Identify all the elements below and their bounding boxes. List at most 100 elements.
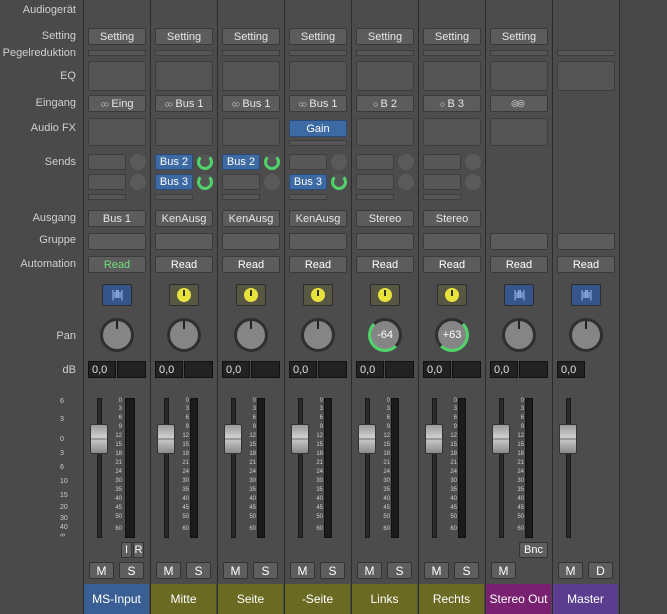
volume-value[interactable]: 0,0 xyxy=(88,361,116,378)
send-slot[interactable] xyxy=(356,174,394,190)
volume-fader[interactable] xyxy=(559,424,577,454)
channel-name[interactable]: Mitte xyxy=(151,584,216,614)
send-level-knob[interactable] xyxy=(130,174,146,190)
solo-button[interactable]: S xyxy=(387,562,412,579)
send-slot[interactable] xyxy=(289,154,327,170)
output-button[interactable]: KenAusg xyxy=(222,210,280,227)
setting-button[interactable]: Setting xyxy=(356,28,414,45)
send-slot[interactable]: Bus 3 xyxy=(155,174,193,190)
pan-knob[interactable]: -64 xyxy=(368,318,402,352)
send-slot[interactable]: Bus 2 xyxy=(222,154,260,170)
eq-slot[interactable] xyxy=(356,61,414,91)
send-level-knob[interactable] xyxy=(197,154,213,170)
send-slot[interactable] xyxy=(88,194,126,200)
setting-button[interactable]: Setting xyxy=(222,28,280,45)
setting-button[interactable]: Setting xyxy=(423,28,481,45)
audio-fx-slot[interactable] xyxy=(490,118,548,146)
input-slot[interactable]: ○ B 2 xyxy=(356,95,414,112)
volume-value[interactable]: 0,0 xyxy=(557,361,585,378)
bounce-button[interactable]: Bnc xyxy=(519,542,548,558)
channel-name[interactable]: Links xyxy=(352,584,417,614)
solo-button[interactable]: S xyxy=(320,562,345,579)
send-slot[interactable] xyxy=(222,194,260,200)
automation-button[interactable]: Read xyxy=(490,256,548,273)
volume-value[interactable]: 0,0 xyxy=(490,361,518,378)
volume-value[interactable]: 0,0 xyxy=(423,361,451,378)
send-slot[interactable] xyxy=(155,194,193,200)
group-slot[interactable] xyxy=(557,233,615,250)
eq-slot[interactable] xyxy=(289,61,347,91)
group-slot[interactable] xyxy=(88,233,146,250)
group-slot[interactable] xyxy=(289,233,347,250)
input-slot[interactable]: ◎◎ xyxy=(490,95,548,112)
automation-button[interactable]: Read xyxy=(222,256,280,273)
automation-button[interactable]: Read xyxy=(155,256,213,273)
input-slot[interactable]: ○○ Bus 1 xyxy=(155,95,213,112)
send-level-knob[interactable] xyxy=(465,154,481,170)
volume-value[interactable]: 0,0 xyxy=(356,361,384,378)
send-slot[interactable] xyxy=(356,194,394,200)
eq-slot[interactable] xyxy=(155,61,213,91)
send-level-knob[interactable] xyxy=(398,174,414,190)
audio-fx-slot[interactable] xyxy=(423,118,481,146)
send-slot[interactable] xyxy=(356,154,394,170)
group-slot[interactable] xyxy=(490,233,548,250)
volume-fader[interactable] xyxy=(492,424,510,454)
solo-button[interactable]: S xyxy=(119,562,144,579)
volume-fader[interactable] xyxy=(224,424,242,454)
send-level-knob[interactable] xyxy=(331,154,347,170)
solo-button[interactable]: S xyxy=(253,562,278,579)
group-slot[interactable] xyxy=(423,233,481,250)
setting-button[interactable]: Setting xyxy=(490,28,548,45)
audio-fx-slot[interactable] xyxy=(222,118,280,146)
automation-button[interactable]: Read xyxy=(423,256,481,273)
volume-fader[interactable] xyxy=(157,424,175,454)
output-button[interactable]: KenAusg xyxy=(155,210,213,227)
pan-knob[interactable] xyxy=(502,318,536,352)
input-slot[interactable]: ○ B 3 xyxy=(423,95,481,112)
send-slot[interactable] xyxy=(289,194,327,200)
mute-button[interactable]: M xyxy=(357,562,382,579)
pan-knob[interactable] xyxy=(301,318,335,352)
automation-button[interactable]: Read xyxy=(557,256,615,273)
volume-fader[interactable] xyxy=(425,424,443,454)
group-slot[interactable] xyxy=(356,233,414,250)
mute-button[interactable]: M xyxy=(156,562,181,579)
input-slot[interactable]: ○○ Bus 1 xyxy=(289,95,347,112)
send-slot[interactable] xyxy=(88,174,126,190)
pan-knob[interactable] xyxy=(100,318,134,352)
output-button[interactable]: KenAusg xyxy=(289,210,347,227)
volume-value[interactable]: 0,0 xyxy=(222,361,250,378)
send-slot[interactable] xyxy=(88,154,126,170)
tuner-icon[interactable] xyxy=(169,284,199,306)
tuner-icon[interactable] xyxy=(437,284,467,306)
mute-button[interactable]: M xyxy=(223,562,248,579)
channel-name[interactable]: Stereo Out xyxy=(486,584,551,614)
waveform-icon[interactable]: |ıllı| xyxy=(102,284,132,306)
group-slot[interactable] xyxy=(222,233,280,250)
eq-slot[interactable] xyxy=(490,61,548,91)
mute-button[interactable]: M xyxy=(290,562,315,579)
send-level-knob[interactable] xyxy=(331,174,347,190)
mute-button[interactable]: M xyxy=(424,562,449,579)
channel-name[interactable]: MS-Input xyxy=(84,584,149,614)
channel-name[interactable]: -Seite xyxy=(285,584,350,614)
mute-button[interactable]: M xyxy=(558,562,583,579)
setting-button[interactable]: Setting xyxy=(88,28,146,45)
solo-button[interactable]: S xyxy=(186,562,211,579)
eq-slot[interactable] xyxy=(222,61,280,91)
send-slot[interactable] xyxy=(423,174,461,190)
channel-name[interactable]: Rechts xyxy=(419,584,484,614)
eq-slot[interactable] xyxy=(88,61,146,91)
volume-fader[interactable] xyxy=(291,424,309,454)
volume-fader[interactable] xyxy=(358,424,376,454)
waveform-icon[interactable]: |ıllı| xyxy=(571,284,601,306)
output-button[interactable]: Bus 1 xyxy=(88,210,146,227)
audio-fx-slot[interactable] xyxy=(155,118,213,146)
eq-slot[interactable] xyxy=(557,61,615,91)
eq-slot[interactable] xyxy=(423,61,481,91)
send-level-knob[interactable] xyxy=(130,154,146,170)
audio-fx-slot[interactable] xyxy=(289,140,347,146)
audio-fx-slot[interactable] xyxy=(356,118,414,146)
pan-knob[interactable] xyxy=(569,318,603,352)
